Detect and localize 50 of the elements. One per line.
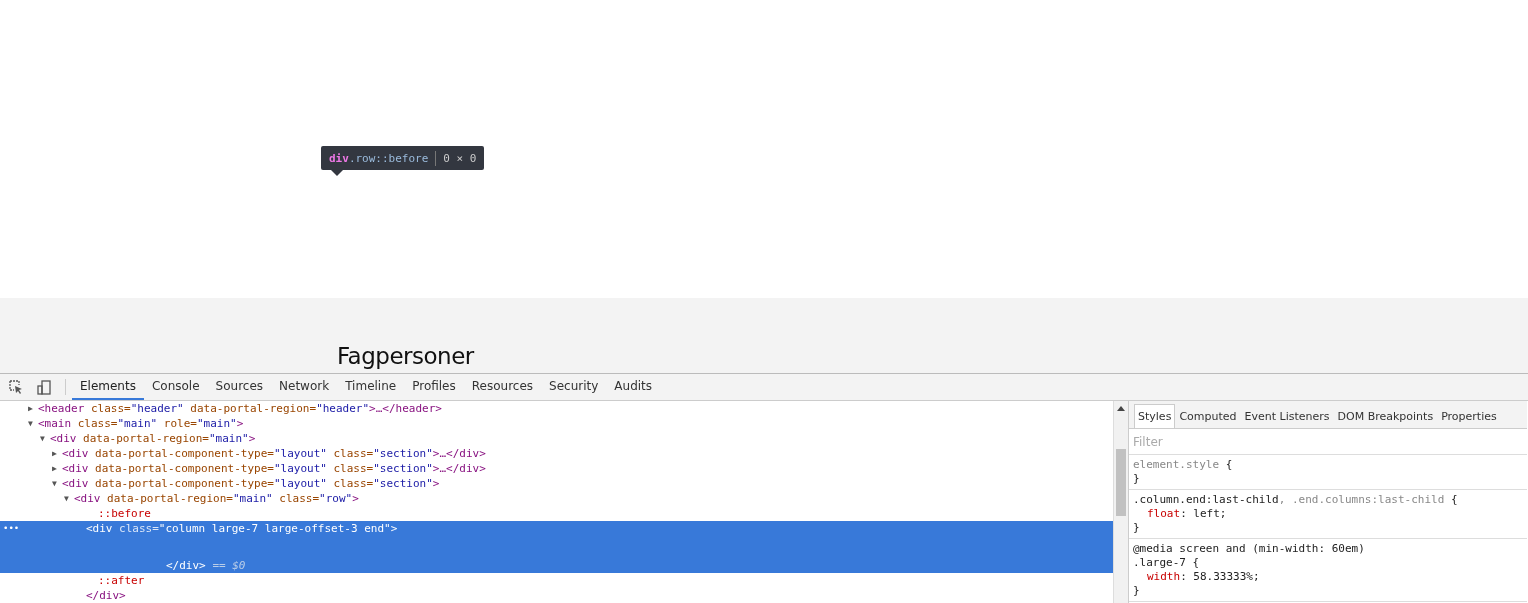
sidebar-tab[interactable]: Computed — [1175, 404, 1241, 428]
css-selector: .large-7 { — [1133, 556, 1201, 570]
panel-tab[interactable]: Network — [271, 374, 338, 400]
panel-tab[interactable]: Security — [541, 374, 607, 400]
panel-tab[interactable]: Elements — [72, 374, 144, 400]
css-selector: element.style { — [1133, 458, 1234, 472]
css-declaration[interactable]: width: 58.33333%; — [1133, 570, 1523, 584]
triangle-icon[interactable]: ▼ — [64, 491, 74, 506]
closing-tag: </div> — [86, 589, 126, 602]
closing-brace: } — [1133, 521, 1141, 535]
triangle-icon[interactable]: ▼ — [52, 476, 62, 491]
panel-tab[interactable]: Timeline — [337, 374, 405, 400]
triangle-icon[interactable]: ▶ — [52, 446, 62, 461]
panel-tab[interactable]: Profiles — [404, 374, 464, 400]
triangle-icon[interactable]: ▼ — [40, 431, 50, 446]
closing-brace: } — [1133, 584, 1141, 598]
tooltip-pointer-icon — [331, 170, 343, 176]
inspect-icon[interactable] — [9, 380, 23, 394]
html-tag[interactable]: <div data-portal-component-type="layout" class="section"> — [62, 476, 440, 491]
sidebar-tab[interactable]: Properties — [1437, 404, 1501, 428]
device-mode-icon[interactable] — [37, 379, 51, 395]
html-tag[interactable]: <main class="main" role="main"> — [38, 416, 244, 431]
html-tag[interactable]: <div data-portal-region="main" class="row"> — [74, 491, 359, 506]
page-heading: Fagpersoner — [337, 343, 474, 369]
html-tag[interactable]: <header class="header" data-portal-region="header">…</header> — [38, 401, 442, 416]
css-declaration[interactable]: float: left; — [1133, 507, 1523, 521]
panel-tab[interactable]: Audits — [606, 374, 661, 400]
media-query: @media screen and (min-width: 60em) — [1133, 542, 1366, 556]
sidebar-tab[interactable]: Styles — [1134, 404, 1176, 428]
triangle-icon[interactable]: ▶ — [52, 461, 62, 476]
closing-tag: </div> == $0 — [166, 559, 246, 572]
panel-tab[interactable]: Resources — [463, 374, 542, 400]
scrollbar-thumb[interactable] — [1116, 449, 1126, 516]
panel-tab[interactable]: Sources — [207, 374, 272, 400]
css-selector: .column.end:last-child, .end.columns:last-child { — [1133, 493, 1459, 507]
pseudo-element[interactable]: ::after — [98, 574, 145, 587]
closing-brace: } — [1133, 472, 1141, 486]
html-tag[interactable]: <div data-portal-region="main"> — [50, 431, 256, 446]
scroll-up-icon[interactable] — [1117, 406, 1125, 411]
html-tag[interactable]: <div class="column large-7 large-offset-3 end"> — [86, 521, 398, 536]
triangle-icon[interactable]: ▶ — [28, 401, 38, 416]
panel-tab[interactable]: Console — [143, 374, 208, 400]
more-icon[interactable]: ••• — [3, 521, 20, 536]
triangle-icon[interactable]: ▼ — [28, 416, 38, 431]
sidebar-tab[interactable]: Event Listeners — [1240, 404, 1334, 428]
html-tag[interactable]: <div data-portal-component-type="layout" class="section">…</div> — [62, 446, 486, 461]
selected-row-highlight[interactable]: ••• <div class="column large-7 large-offset-3 end"> </div> == $0 — [0, 521, 1113, 573]
pseudo-element[interactable]: ::before — [98, 507, 151, 520]
sidebar-tab[interactable]: DOM Breakpoints — [1333, 404, 1438, 428]
html-tag[interactable]: <div data-portal-component-type="layout" class="section">…</div> — [62, 461, 486, 476]
